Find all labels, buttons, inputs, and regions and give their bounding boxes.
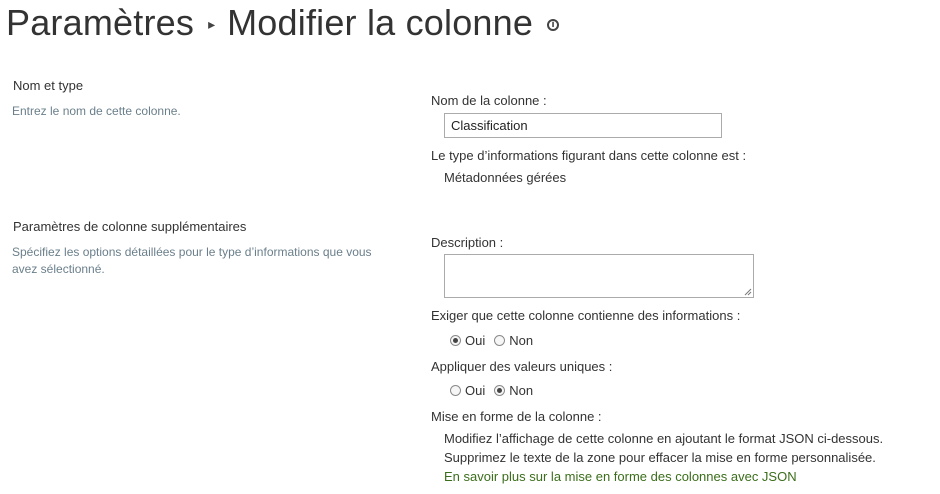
unique-no-radio[interactable]	[494, 385, 506, 396]
formatting-label: Mise en forme de la colonne :	[431, 409, 602, 424]
required-yes-radio[interactable]	[450, 335, 461, 346]
page-header: Paramètres ▸ Modifier la colonne i	[6, 0, 560, 46]
unique-yes-radio[interactable]	[450, 385, 461, 396]
section-title-name-type: Nom et type	[13, 78, 84, 93]
column-type-label: Le type d’informations figurant dans cet…	[431, 148, 747, 163]
column-name-input[interactable]	[444, 113, 722, 138]
formatting-help-line2: Supprimez le texte de la zone pour effac…	[444, 450, 876, 465]
description-label: Description :	[431, 235, 504, 250]
required-label: Exiger que cette colonne contienne des i…	[431, 308, 741, 323]
section-description-line: Spécifiez les options détaillées pour le…	[12, 245, 372, 259]
required-radio-group: Oui Non	[450, 333, 542, 348]
section-title-additional: Paramètres de colonne supplémentaires	[13, 219, 247, 234]
section-description-name-type: Entrez le nom de cette colonne.	[12, 104, 181, 118]
breadcrumb-root-link[interactable]: Paramètres	[6, 2, 194, 44]
triangle-right-icon: ▸	[208, 15, 216, 32]
required-no-radio[interactable]	[494, 335, 506, 346]
required-no-label[interactable]: Non	[509, 333, 533, 348]
section-description-additional: Spécifiez les options détaillées pour le…	[12, 244, 372, 278]
unique-no-label[interactable]: Non	[509, 383, 533, 398]
unique-radio-group: Oui Non	[450, 383, 542, 398]
resize-grip-icon[interactable]	[744, 288, 752, 296]
unique-label: Appliquer des valeurs uniques :	[431, 359, 613, 374]
formatting-help-line1: Modifiez l’affichage de cette colonne en…	[444, 431, 884, 446]
required-yes-label[interactable]: Oui	[465, 333, 485, 348]
section-description-line: avez sélectionné.	[12, 262, 105, 276]
info-icon[interactable]: i	[547, 19, 560, 31]
column-type-value: Métadonnées gérées	[444, 170, 567, 185]
column-name-label: Nom de la colonne :	[431, 93, 547, 108]
formatting-learn-more-link[interactable]: En savoir plus sur la mise en forme des …	[444, 469, 797, 484]
page-title: Modifier la colonne	[227, 2, 534, 43]
description-textarea[interactable]	[444, 254, 754, 298]
unique-yes-label[interactable]: Oui	[465, 383, 485, 398]
